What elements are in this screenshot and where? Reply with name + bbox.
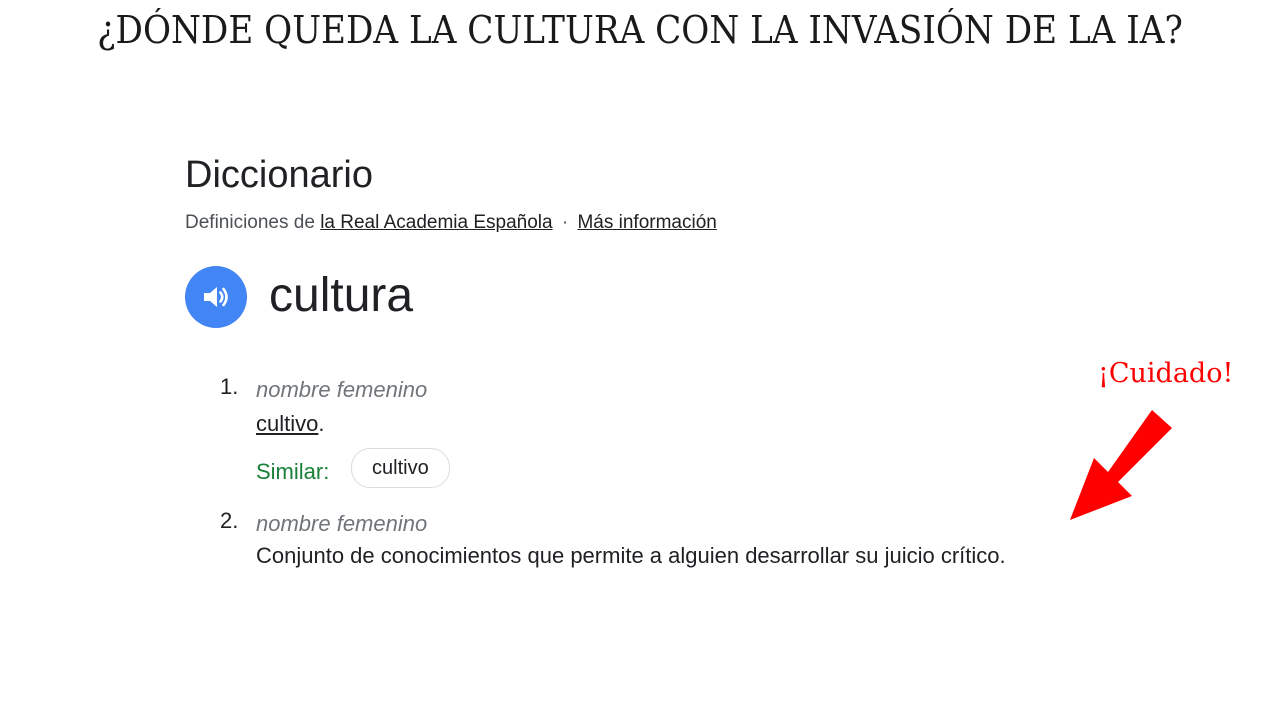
headword: cultura [269,269,414,322]
separator: · [561,212,569,233]
pronunciation-audio-button[interactable] [185,266,247,328]
dictionary-heading: Diccionario [185,154,373,196]
part-of-speech-2: nombre femenino [256,511,428,536]
arrow-down-left-icon [1070,410,1172,520]
rae-link[interactable]: la Real Academia Española [320,212,552,233]
speaker-icon [204,287,228,307]
similar-label: Similar: [256,459,330,484]
sense-number-1: 1. [220,374,239,399]
definition-link-cultivo[interactable]: cultivo [256,411,318,436]
sense-number-2: 2. [220,508,239,533]
definition-1: cultivo. [256,411,324,437]
more-info-link[interactable]: Más información [577,212,716,233]
slide-title: ¿DÓNDE QUEDA LA CULTURA CON LA INVASIÓN … [97,8,1183,52]
similar-chip-cultivo[interactable]: cultivo [351,448,450,488]
definition-2: Conjunto de conocimientos que permite a … [256,543,1006,568]
source-prefix: Definiciones de [185,212,315,233]
definition-suffix: . [318,411,325,436]
warning-label: ¡Cuidado! [1098,358,1234,389]
source-line: Definiciones de la Real Academia Español… [185,212,717,234]
part-of-speech-1: nombre femenino [256,377,428,402]
